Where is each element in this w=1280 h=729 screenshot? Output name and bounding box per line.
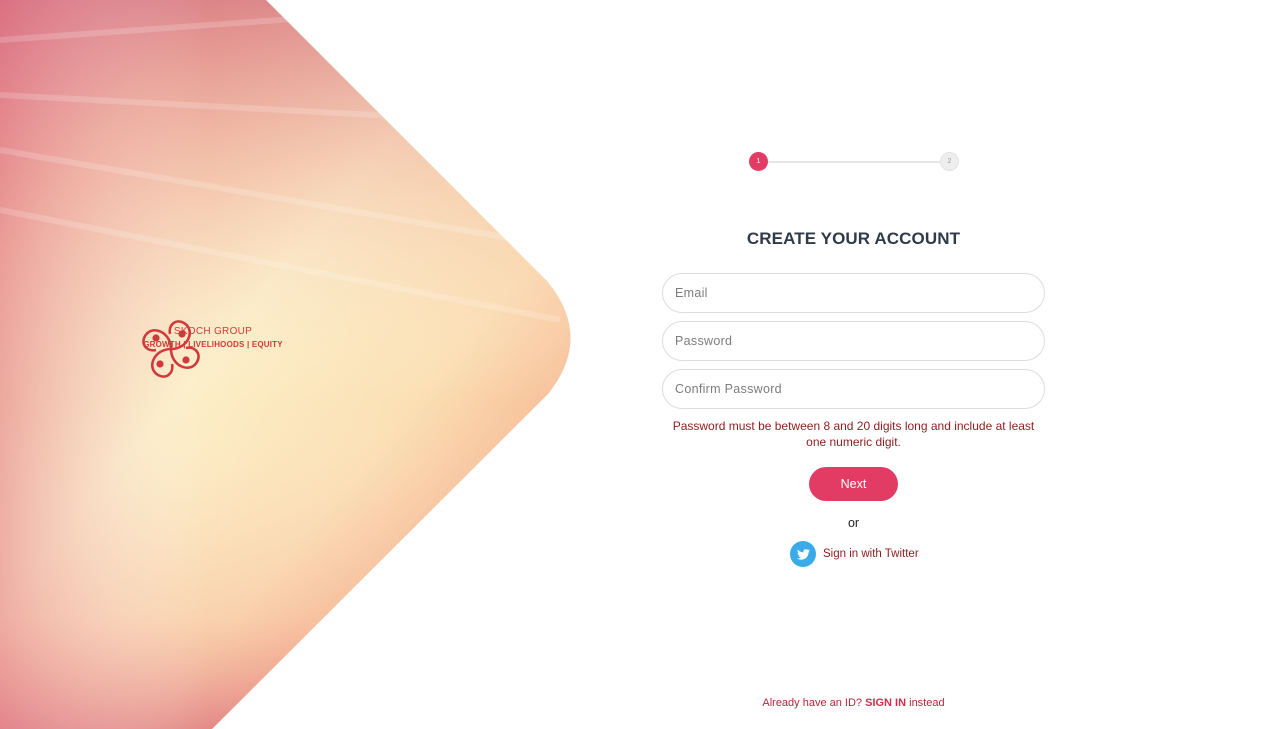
email-field[interactable] — [662, 273, 1045, 313]
hero-gradient-shape — [0, 0, 571, 729]
signin-prompt-suffix: instead — [909, 697, 945, 709]
password-hint: Password must be between 8 and 20 digits… — [672, 419, 1035, 449]
brand-logo-block: SKOCH GROUP GROWTH | LIVELIHOODS | EQUIT… — [140, 318, 286, 378]
signin-link[interactable]: SIGN IN — [865, 697, 906, 709]
step-2-indicator: 2 — [940, 152, 959, 171]
password-field[interactable] — [662, 321, 1045, 361]
twitter-bird-icon — [790, 541, 816, 567]
signup-stepper: 1 2 — [749, 152, 959, 171]
or-divider: or — [847, 516, 860, 530]
next-button[interactable]: Next — [809, 467, 898, 501]
signin-prompt-prefix: Already have an ID? — [762, 697, 863, 709]
confirm-password-field[interactable] — [662, 369, 1045, 409]
hero-panel: SKOCH GROUP GROWTH | LIVELIHOODS | EQUIT… — [0, 0, 600, 729]
page-title: CREATE YOUR ACCOUNT — [746, 229, 961, 248]
step-1-indicator: 1 — [749, 152, 768, 171]
signin-prompt: Already have an ID? SIGN IN instead — [662, 697, 1045, 709]
signup-page: SKOCH GROUP GROWTH | LIVELIHOODS | EQUIT… — [0, 0, 1280, 729]
twitter-signin-button[interactable]: Sign in with Twitter — [790, 541, 919, 567]
skoch-logo-icon — [142, 320, 200, 378]
stepper-track — [759, 161, 949, 163]
twitter-signin-label: Sign in with Twitter — [823, 548, 919, 560]
